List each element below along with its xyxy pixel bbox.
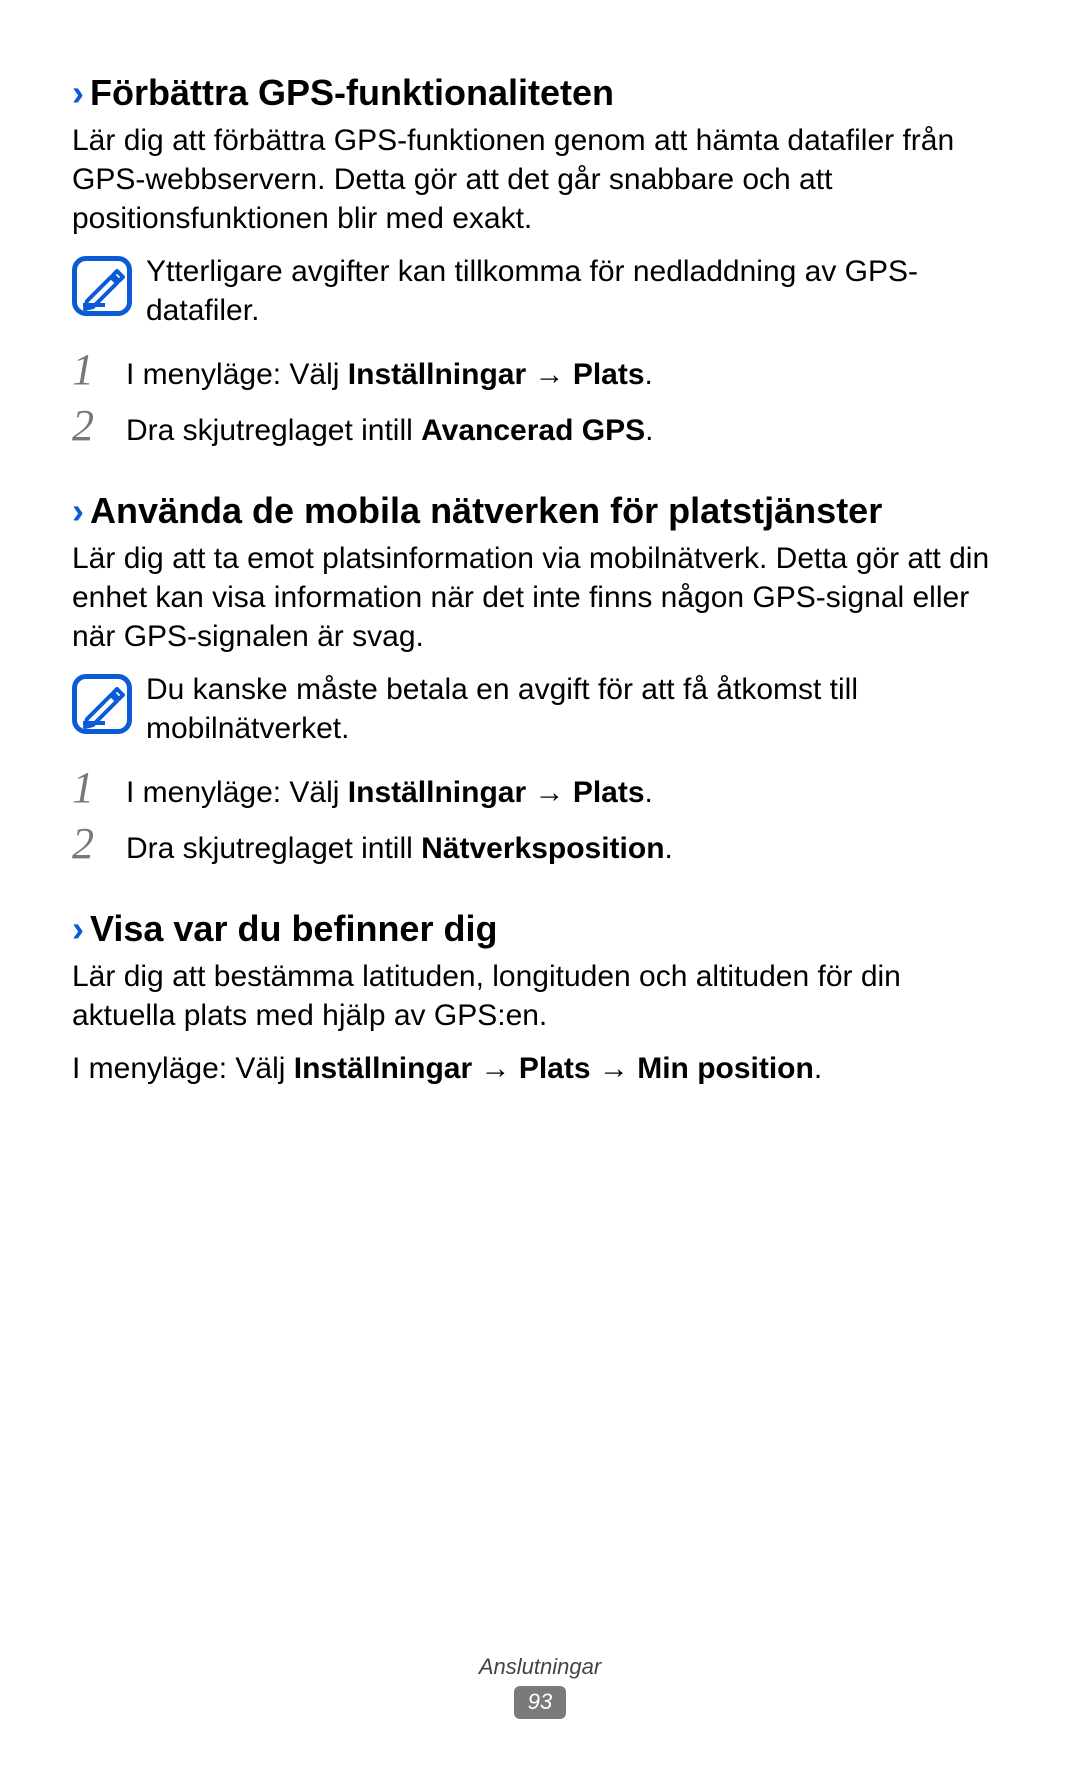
section-intro: Lär dig att ta emot platsinformation via… [72, 539, 1008, 656]
note-row: Du kanske måste betala en avgift för att… [72, 670, 1008, 748]
line-bold: Inställningar [294, 1052, 472, 1085]
page-footer: Anslutningar 93 [0, 1654, 1080, 1719]
note-row: Ytterligare avgifter kan tillkomma för n… [72, 252, 1008, 330]
arrow-icon: → [526, 358, 573, 391]
arrow-icon: → [591, 1052, 638, 1085]
page-number-badge: 93 [514, 1686, 566, 1719]
step-text: I menyläge: Välj Inställningar → Plats. [126, 355, 653, 394]
step-text: Dra skjutreglaget intill Avancerad GPS. [126, 411, 653, 450]
step-bold: Inställningar [348, 358, 526, 391]
step-prefix: I menyläge: Välj [126, 358, 348, 391]
chevron-icon: › [72, 490, 84, 531]
note-icon [72, 674, 132, 734]
step-bold: Nätverksposition [421, 832, 664, 865]
heading-text: Förbättra GPS-funktionaliteten [90, 72, 614, 113]
step-bold: Avancerad GPS [421, 414, 645, 447]
section-intro: Lär dig att förbättra GPS-funktionen gen… [72, 121, 1008, 238]
note-text: Du kanske måste betala en avgift för att… [146, 670, 1008, 748]
step-bold: Plats [573, 776, 645, 809]
arrow-icon: → [472, 1052, 519, 1085]
page-content: ›Förbättra GPS-funktionaliteten Lär dig … [0, 0, 1080, 1088]
section-line: I menyläge: Välj Inställningar → Plats →… [72, 1049, 1008, 1088]
step-suffix: . [665, 832, 673, 865]
step-number: 1 [72, 766, 102, 810]
line-bold: Plats [519, 1052, 591, 1085]
step-text: Dra skjutreglaget intill Nätverkspositio… [126, 829, 673, 868]
step-prefix: I menyläge: Välj [126, 776, 348, 809]
chevron-icon: › [72, 908, 84, 949]
step-row: 2 Dra skjutreglaget intill Avancerad GPS… [72, 404, 1008, 450]
line-suffix: . [814, 1052, 822, 1085]
section-heading: ›Visa var du befinner dig [72, 906, 1008, 951]
step-row: 1 I menyläge: Välj Inställningar → Plats… [72, 766, 1008, 812]
line-prefix: I menyläge: Välj [72, 1052, 294, 1085]
note-text: Ytterligare avgifter kan tillkomma för n… [146, 252, 1008, 330]
step-prefix: Dra skjutreglaget intill [126, 832, 421, 865]
step-prefix: Dra skjutreglaget intill [126, 414, 421, 447]
line-bold: Min position [637, 1052, 814, 1085]
step-number: 2 [72, 822, 102, 866]
heading-text: Använda de mobila nätverken för platstjä… [90, 490, 882, 531]
step-number: 1 [72, 348, 102, 392]
footer-section-label: Anslutningar [0, 1654, 1080, 1680]
step-bold: Inställningar [348, 776, 526, 809]
step-suffix: . [645, 776, 653, 809]
heading-text: Visa var du befinner dig [90, 908, 497, 949]
step-bold: Plats [573, 358, 645, 391]
step-text: I menyläge: Välj Inställningar → Plats. [126, 773, 653, 812]
section-heading: ›Förbättra GPS-funktionaliteten [72, 70, 1008, 115]
arrow-icon: → [526, 776, 573, 809]
chevron-icon: › [72, 72, 84, 113]
note-icon [72, 256, 132, 316]
section-heading: ›Använda de mobila nätverken för platstj… [72, 488, 1008, 533]
step-suffix: . [645, 414, 653, 447]
step-number: 2 [72, 404, 102, 448]
section-intro: Lär dig att bestämma latituden, longitud… [72, 957, 1008, 1035]
step-row: 2 Dra skjutreglaget intill Nätverksposit… [72, 822, 1008, 868]
step-suffix: . [645, 358, 653, 391]
step-row: 1 I menyläge: Välj Inställningar → Plats… [72, 348, 1008, 394]
